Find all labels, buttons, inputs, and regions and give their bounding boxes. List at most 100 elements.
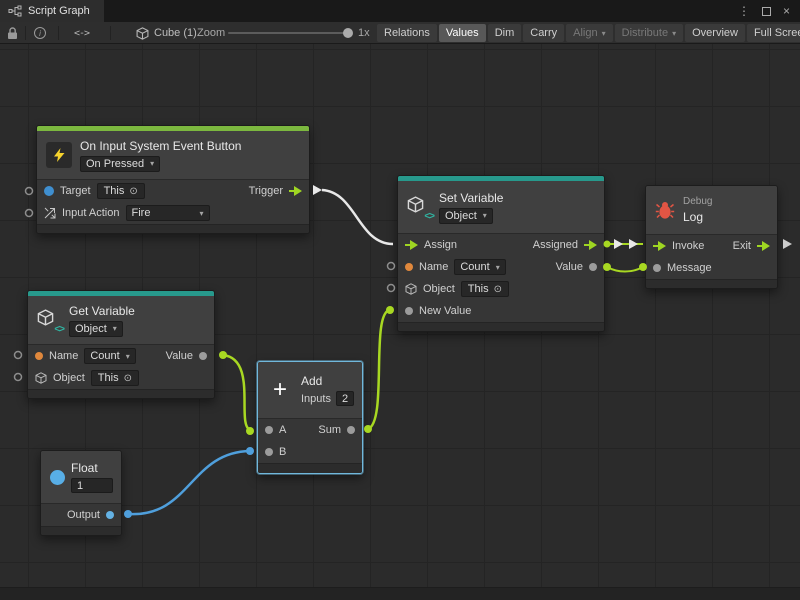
close-icon[interactable]: × bbox=[783, 4, 790, 18]
port-object-unconnected[interactable] bbox=[388, 285, 395, 292]
graph-canvas[interactable]: On Input System Event Button On Pressed … bbox=[0, 44, 800, 600]
align-button[interactable]: Align▾ bbox=[566, 24, 612, 42]
full-screen-button[interactable]: Full Screen bbox=[747, 24, 800, 42]
plus-icon bbox=[267, 377, 293, 403]
wire-trigger-to-assign[interactable] bbox=[322, 190, 393, 244]
port-name-unconnected[interactable] bbox=[388, 263, 395, 270]
assign-input-port[interactable] bbox=[405, 239, 418, 251]
relations-button[interactable]: Relations bbox=[377, 24, 437, 42]
b-row: B bbox=[258, 441, 362, 463]
maximize-icon[interactable] bbox=[762, 7, 771, 16]
name-input-port[interactable] bbox=[405, 263, 413, 271]
context-breadcrumb[interactable]: Cube (1) bbox=[136, 22, 197, 44]
wire-value-to-message[interactable] bbox=[607, 267, 643, 272]
zoom-slider[interactable] bbox=[228, 32, 348, 34]
toolbar-separator bbox=[58, 26, 59, 40]
port-input-action-unconnected[interactable] bbox=[26, 210, 33, 217]
node-add[interactable]: Add Inputs 2 A Sum bbox=[257, 361, 363, 474]
wire-value-to-a[interactable] bbox=[223, 355, 250, 430]
node-footer bbox=[41, 526, 121, 535]
object-this-chip[interactable]: This bbox=[461, 281, 509, 297]
input-action-dropdown[interactable]: Fire bbox=[126, 205, 210, 221]
sum-label: Sum bbox=[318, 424, 341, 436]
event-mode-dropdown[interactable]: On Pressed bbox=[80, 156, 160, 172]
a-input-port[interactable] bbox=[265, 426, 273, 434]
trigger-output-port[interactable] bbox=[289, 185, 302, 197]
chevron-down-icon: ▾ bbox=[672, 29, 676, 38]
output-port[interactable] bbox=[106, 511, 114, 519]
distribute-button[interactable]: Distribute▾ bbox=[615, 24, 683, 42]
object-this-chip[interactable]: This bbox=[91, 370, 139, 386]
info-icon[interactable] bbox=[34, 22, 46, 44]
unity-script-graph-window: Script Graph ⋮ × <-> Cube (1) Zoom bbox=[0, 0, 800, 600]
flow-arrowhead bbox=[629, 239, 638, 249]
object-row: Object This bbox=[28, 367, 214, 389]
target-label: Target bbox=[60, 185, 91, 197]
value-output-port[interactable] bbox=[199, 352, 207, 360]
variable-scope-dropdown[interactable]: Object bbox=[69, 321, 123, 337]
wire-output-to-b[interactable] bbox=[128, 451, 250, 514]
assigned-output-port[interactable] bbox=[584, 239, 597, 251]
tab-label: Script Graph bbox=[28, 5, 90, 17]
node-on-input-system-event-button[interactable]: On Input System Event Button On Pressed … bbox=[36, 125, 310, 234]
lightning-bolt-icon bbox=[46, 142, 72, 168]
b-label: B bbox=[279, 446, 286, 458]
new-value-input-port[interactable] bbox=[405, 307, 413, 315]
overview-button[interactable]: Overview bbox=[685, 24, 745, 42]
name-input-port[interactable] bbox=[35, 352, 43, 360]
sum-output-port[interactable] bbox=[347, 426, 355, 434]
input-action-row: Input Action Fire bbox=[37, 202, 309, 224]
b-input-port[interactable] bbox=[265, 448, 273, 456]
node-title: Get Variable bbox=[69, 304, 135, 318]
port-name-unconnected[interactable] bbox=[15, 352, 22, 359]
variable-scope-dropdown[interactable]: Object bbox=[439, 208, 493, 224]
float-value-field[interactable]: 1 bbox=[71, 478, 113, 493]
output-label: Output bbox=[67, 509, 100, 521]
menu-icon[interactable]: ⋮ bbox=[738, 4, 750, 18]
toolbar-separator bbox=[110, 26, 111, 40]
node-set-variable[interactable]: <> Set Variable Object Assign Assigned bbox=[397, 175, 605, 332]
node-float[interactable]: Float 1 Output bbox=[40, 450, 122, 536]
values-button[interactable]: Values bbox=[439, 24, 486, 42]
a-row: A Sum bbox=[258, 419, 362, 441]
name-dropdown[interactable]: Count bbox=[84, 348, 135, 364]
dim-button[interactable]: Dim bbox=[488, 24, 522, 42]
port-target-unconnected[interactable] bbox=[26, 188, 33, 195]
message-input-port[interactable] bbox=[653, 264, 661, 272]
fit-graph-icon[interactable]: <-> bbox=[74, 22, 89, 44]
value-label: Value bbox=[556, 261, 583, 273]
target-this-chip[interactable]: This bbox=[97, 183, 145, 199]
node-title: Add bbox=[301, 374, 354, 388]
zoom-slider-handle[interactable] bbox=[343, 28, 353, 38]
node-debug-log[interactable]: Debug Log Invoke Exit Message bbox=[645, 185, 778, 289]
name-label: Name bbox=[49, 350, 78, 362]
toolbar-buttons: Relations Values Dim Carry Align▾ Distri… bbox=[377, 24, 800, 42]
zoom-value: 1x bbox=[358, 22, 370, 44]
lock-icon[interactable] bbox=[7, 22, 18, 44]
invoke-label: Invoke bbox=[672, 240, 704, 252]
value-output-port[interactable] bbox=[589, 263, 597, 271]
node-title: Float bbox=[71, 461, 113, 475]
inputs-count-field[interactable]: 2 bbox=[336, 391, 354, 406]
new-value-row: New Value bbox=[398, 300, 604, 322]
value-label: Value bbox=[166, 350, 193, 362]
titlebar: Script Graph ⋮ × bbox=[0, 0, 800, 22]
name-dropdown[interactable]: Count bbox=[454, 259, 505, 275]
window-controls: ⋮ × bbox=[738, 4, 800, 18]
gameobject-type-icon bbox=[44, 186, 54, 196]
wire-sum-to-new-value[interactable] bbox=[368, 310, 390, 429]
tab-script-graph[interactable]: Script Graph bbox=[0, 0, 104, 22]
node-title: Set Variable bbox=[439, 191, 503, 205]
exit-output-port[interactable] bbox=[757, 240, 770, 252]
a-label: A bbox=[279, 424, 286, 436]
zoom-label: Zoom bbox=[197, 22, 225, 44]
carry-button[interactable]: Carry bbox=[523, 24, 564, 42]
port-object-unconnected[interactable] bbox=[15, 374, 22, 381]
node-get-variable[interactable]: <> Get Variable Object Name Count Value bbox=[27, 290, 215, 399]
invoke-input-port[interactable] bbox=[653, 240, 666, 252]
cube-icon bbox=[35, 372, 47, 384]
toolbar-separator bbox=[25, 26, 26, 40]
object-label: Object bbox=[53, 372, 85, 384]
float-type-icon bbox=[50, 470, 65, 485]
target-row: Target This Trigger bbox=[37, 180, 309, 202]
